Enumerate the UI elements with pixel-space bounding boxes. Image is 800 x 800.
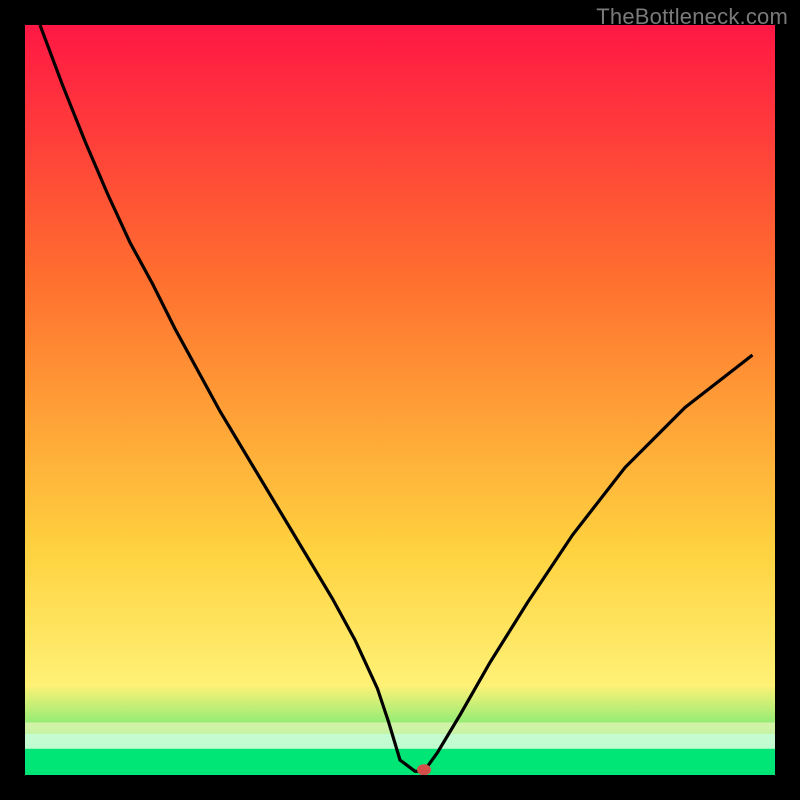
plot-area [25, 25, 775, 775]
green-band [25, 723, 775, 776]
plot-svg [25, 25, 775, 775]
chart-frame: TheBottleneck.com [0, 0, 800, 800]
gradient-background [25, 25, 775, 775]
optimal-marker [417, 764, 431, 775]
